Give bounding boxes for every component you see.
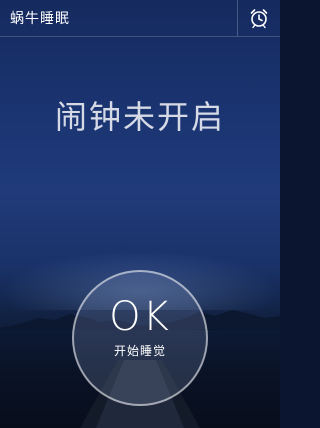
ok-label: OK [109, 294, 171, 340]
start-sleep-button[interactable]: OK 开始睡觉 [72, 270, 208, 406]
alarm-status-text: 闹钟未开启 [54, 98, 225, 136]
app-header: 蜗牛睡眠 [0, 0, 280, 37]
start-sleep-label: 开始睡觉 [113, 344, 166, 358]
app-screen: 蜗牛睡眠 闹钟未开启 OK 开始睡觉 [0, 0, 280, 428]
alarm-button[interactable] [237, 0, 280, 36]
alarm-clock-icon [250, 9, 268, 29]
app-title: 蜗牛睡眠 [10, 11, 70, 27]
